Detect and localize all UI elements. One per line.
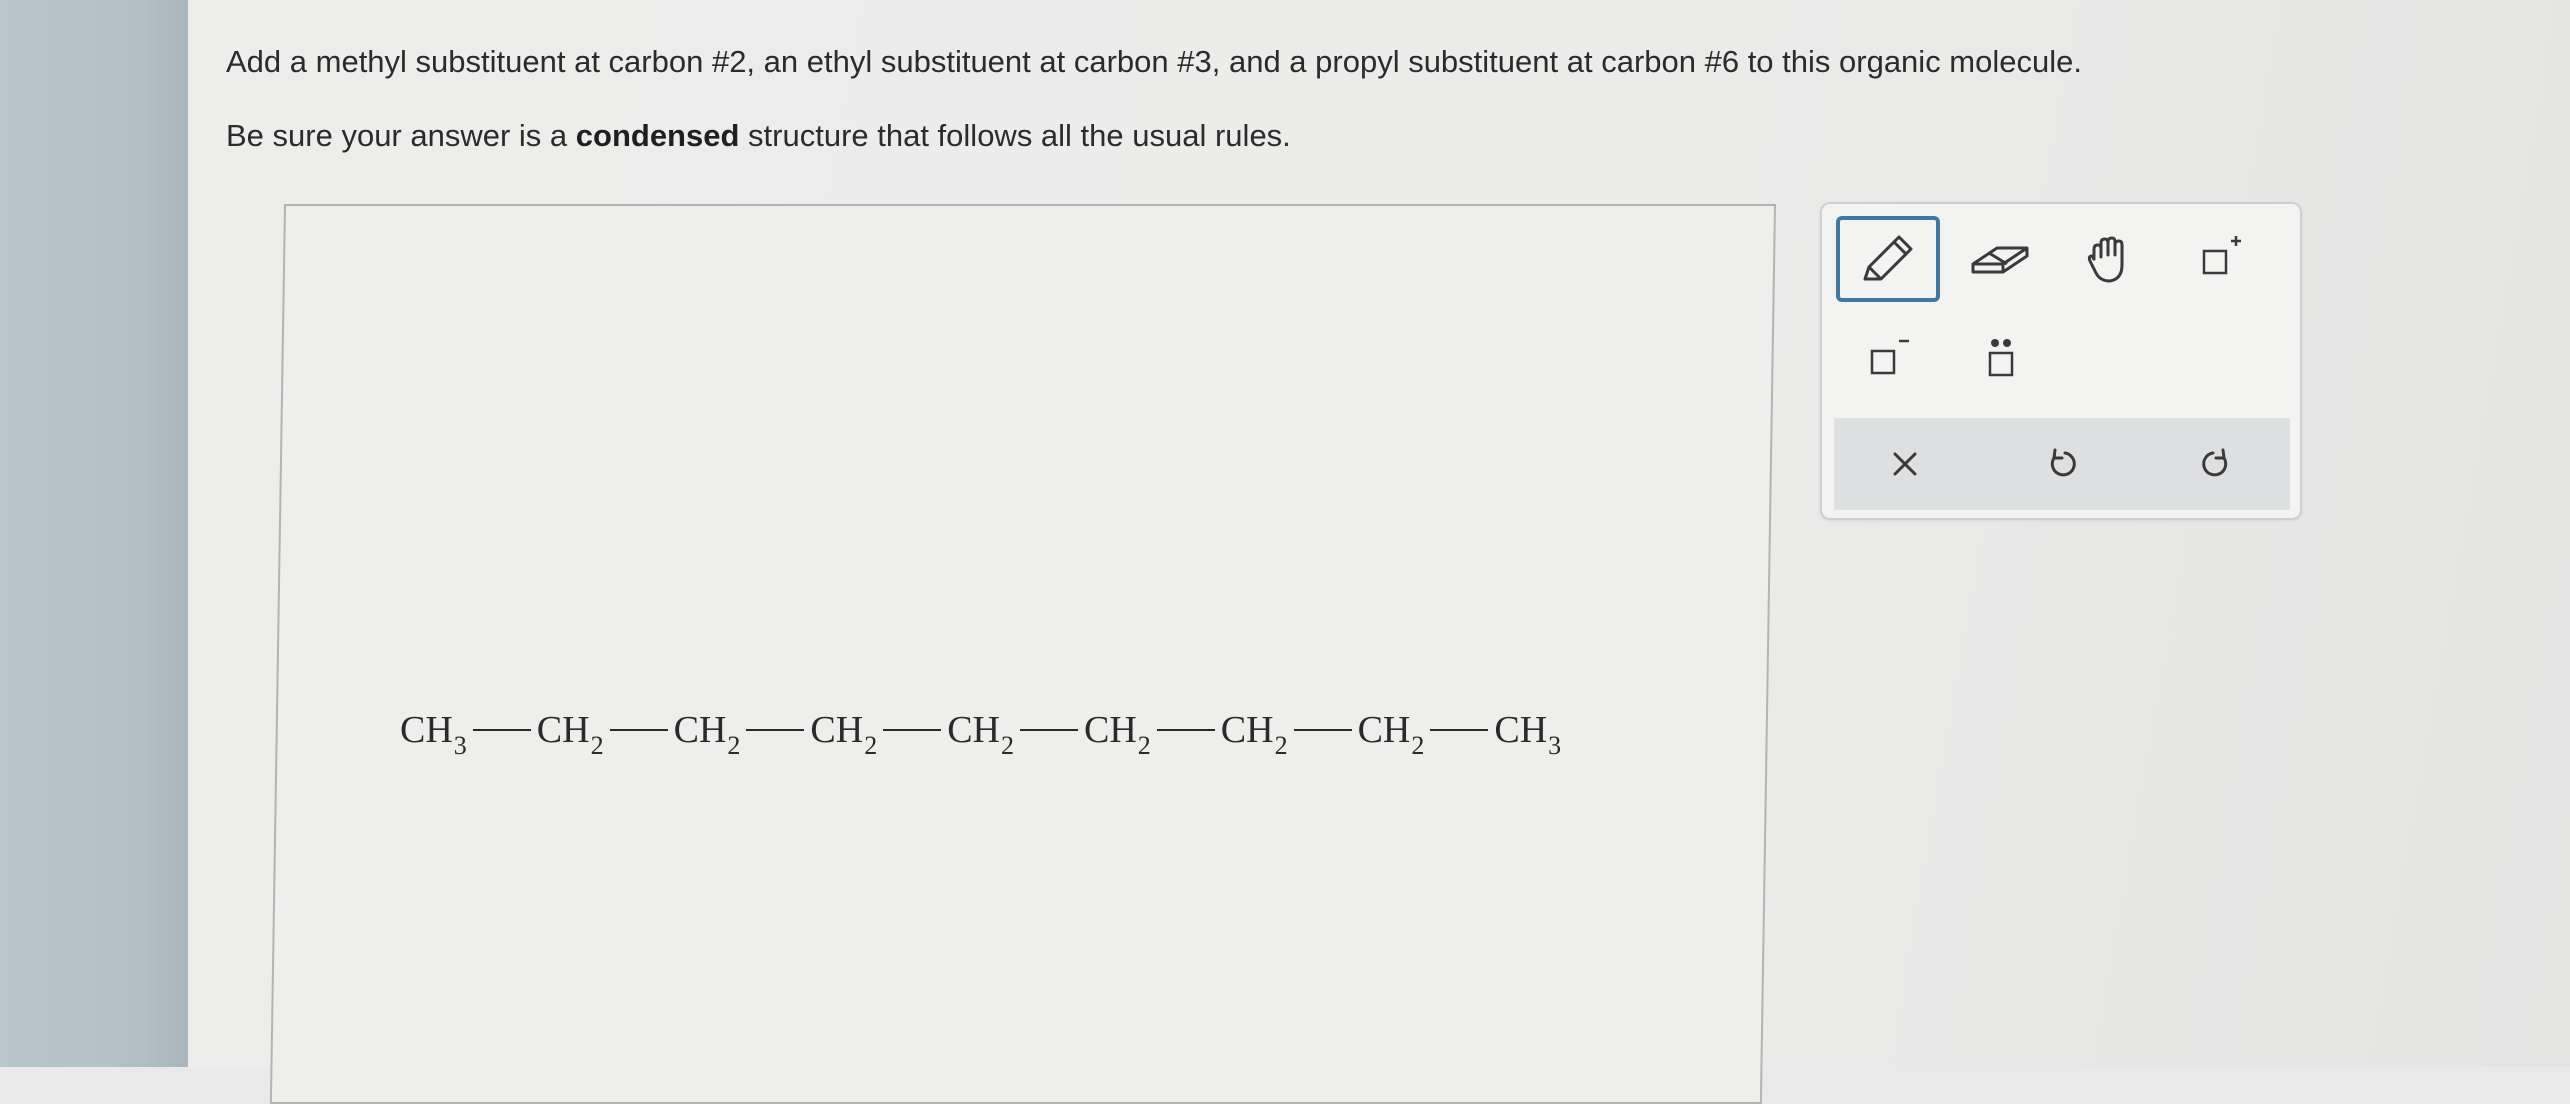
lone-pair-icon	[1988, 339, 2014, 377]
single-bond[interactable]	[1019, 729, 1078, 731]
atom-label: CH	[1357, 709, 1411, 751]
single-bond[interactable]	[746, 729, 805, 731]
clear-button[interactable]	[1860, 424, 1950, 504]
action-row	[1834, 418, 2290, 510]
atom-label: CH	[1083, 709, 1137, 751]
atom-label: CH	[536, 709, 590, 751]
pencil-icon	[1863, 235, 1913, 281]
atom-subscript: 2	[1274, 731, 1288, 760]
carbon-group-9[interactable]: CH 3	[1494, 708, 1561, 760]
carbon-group-8[interactable]: CH 2	[1357, 708, 1425, 760]
atom-subscript: 3	[1548, 731, 1562, 760]
atom-subscript: 2	[590, 731, 604, 760]
molecule-structure[interactable]: CH 3 CH 2 CH 2 CH 2 CH 2 CH 2 CH 2 CH 2 CH 3	[400, 700, 1561, 760]
redo-button[interactable]	[2172, 424, 2262, 504]
drawing-canvas[interactable]	[269, 204, 1776, 1104]
instruction-text: Be sure your answer is a condensed struc…	[226, 114, 1291, 158]
atom-subscript: 2	[1411, 731, 1425, 760]
carbon-group-2[interactable]: CH 2	[536, 708, 604, 760]
atom-subscript: 3	[453, 731, 467, 760]
carbon-group-4[interactable]: CH 2	[810, 708, 877, 760]
carbon-group-5[interactable]: CH 2	[947, 708, 1014, 760]
atom-label: CH	[400, 709, 453, 751]
instruction-bold: condensed	[575, 118, 740, 153]
carbon-group-3[interactable]: CH 2	[673, 708, 741, 760]
instruction-suffix: structure that follows all the usual rul…	[739, 118, 1291, 153]
drawing-toolbar	[1820, 202, 2302, 520]
atom-subscript: 2	[1137, 731, 1151, 760]
single-bond[interactable]	[472, 729, 531, 731]
undo-icon	[2050, 448, 2076, 477]
hand-tool-button[interactable]	[2058, 216, 2162, 302]
atom-label: CH	[673, 709, 727, 751]
single-bond[interactable]	[609, 729, 668, 731]
negative-charge-icon	[1870, 339, 1909, 375]
left-background-strip	[0, 0, 188, 1067]
atom-subscript: 2	[727, 731, 741, 760]
lone-pair-tool-button[interactable]	[1948, 316, 2052, 402]
atom-subscript: 2	[1000, 731, 1014, 760]
instruction-prefix: Be sure your answer is a	[226, 118, 576, 153]
atom-label: CH	[1494, 709, 1548, 751]
hand-icon	[2087, 236, 2124, 283]
positive-charge-icon	[2202, 236, 2241, 275]
single-bond[interactable]	[1156, 729, 1215, 731]
single-bond[interactable]	[1293, 729, 1352, 731]
atom-label: CH	[1220, 709, 1274, 751]
carbon-group-7[interactable]: CH 2	[1220, 708, 1288, 760]
undo-button[interactable]	[2016, 424, 2106, 504]
atom-label: CH	[947, 709, 1000, 751]
single-bond[interactable]	[883, 729, 942, 731]
carbon-group-1[interactable]: CH 3	[400, 708, 467, 760]
eraser-icon	[1971, 246, 2029, 274]
redo-icon	[2202, 448, 2228, 477]
close-icon	[1893, 452, 1917, 476]
atom-subscript: 2	[864, 731, 878, 760]
pencil-tool-button[interactable]	[1836, 216, 1940, 302]
eraser-tool-button[interactable]	[1948, 216, 2052, 302]
atom-label: CH	[810, 709, 864, 751]
carbon-group-6[interactable]: CH 2	[1083, 708, 1151, 760]
question-text: Add a methyl substituent at carbon #2, a…	[226, 44, 2082, 79]
single-bond[interactable]	[1430, 729, 1489, 731]
positive-charge-tool-button[interactable]	[2168, 216, 2272, 302]
negative-charge-tool-button[interactable]	[1836, 316, 1940, 402]
